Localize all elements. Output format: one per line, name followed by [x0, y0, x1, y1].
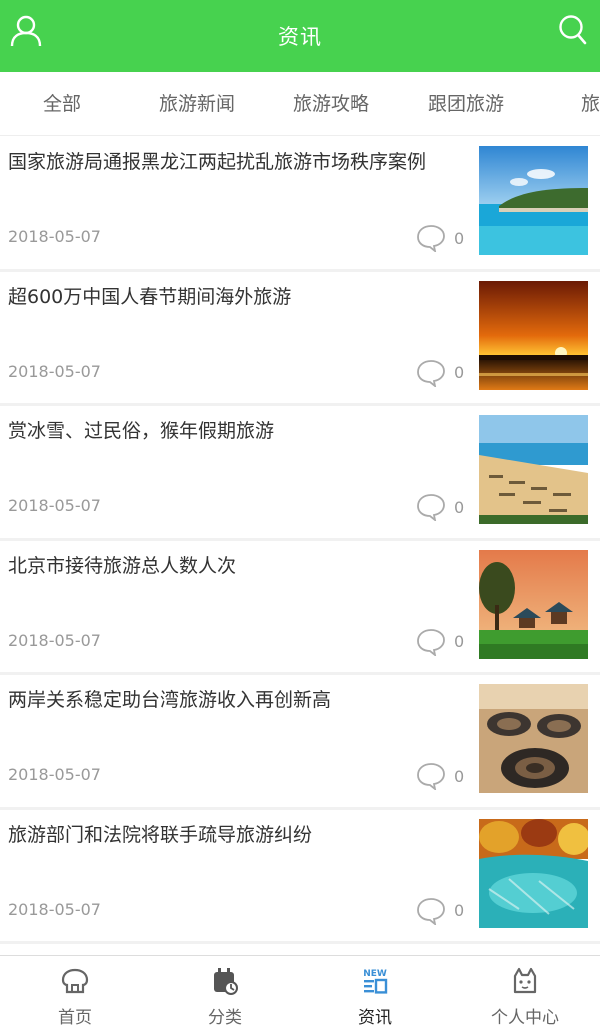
list-item[interactable]: 旅游部门和法院将联手疏导旅游纠纷 2018-05-07 0 [0, 809, 600, 944]
beach-umbrellas-photo[interactable] [479, 415, 588, 524]
news-date: 2018-05-07 [8, 227, 101, 246]
user-icon[interactable] [10, 14, 42, 48]
category-tabs: 全部 旅游新闻 旅游攻略 跟团旅游 旅游 [0, 72, 600, 136]
news-date: 2018-05-07 [8, 899, 101, 919]
tab-travel-news[interactable]: 旅游新闻 [135, 72, 259, 135]
coast-island-photo[interactable] [479, 146, 588, 255]
comment-icon [417, 359, 445, 387]
comment-icon [417, 494, 445, 521]
nav-profile[interactable]: 个人中心 [450, 956, 600, 1033]
tab-all[interactable]: 全部 [0, 72, 124, 135]
news-date: 2018-05-07 [8, 496, 101, 515]
nav-home[interactable]: 首页 [0, 956, 150, 1033]
comment-count: 0 [416, 762, 464, 790]
news-list: 国家旅游局通报黑龙江两起扰乱旅游市场秩序案例 2018-05-07 0 超600… [0, 137, 600, 944]
news-title[interactable]: 北京市接待旅游总人数人次 [8, 553, 468, 580]
list-item[interactable]: 两岸关系稳定助台湾旅游收入再创新高 2018-05-07 0 [0, 675, 600, 810]
tulou-aerial-photo[interactable] [479, 684, 588, 793]
news-title[interactable]: 国家旅游局通报黑龙江两起扰乱旅游市场秩序案例 [8, 149, 468, 176]
page-title: 资讯 [278, 25, 322, 49]
pavilion-garden-photo[interactable] [479, 549, 588, 659]
profile-icon [513, 967, 537, 994]
list-item[interactable]: 赏冰雪、过民俗，猴年假期旅游 2018-05-07 0 [0, 406, 600, 541]
category-icon [214, 968, 238, 995]
news-title[interactable]: 超600万中国人春节期间海外旅游 [8, 284, 468, 311]
news-date: 2018-05-07 [8, 630, 101, 650]
list-item[interactable]: 国家旅游局通报黑龙江两起扰乱旅游市场秩序案例 2018-05-07 0 [0, 137, 600, 272]
news-date: 2018-05-07 [8, 765, 101, 784]
autumn-lake-photo[interactable] [479, 818, 588, 928]
news-date: 2018-05-07 [8, 361, 101, 381]
tab-travel-guides[interactable]: 旅游攻略 [269, 72, 393, 135]
comment-count: 0 [416, 224, 464, 252]
list-item[interactable]: 超600万中国人春节期间海外旅游 2018-05-07 0 [0, 271, 600, 406]
nav-category[interactable]: 分类 [150, 956, 300, 1033]
comment-icon [417, 628, 445, 656]
list-item[interactable]: 北京市接待旅游总人数人次 2018-05-07 0 [0, 540, 600, 675]
comment-icon [417, 897, 445, 925]
comment-count: 0 [416, 628, 464, 656]
home-icon [61, 968, 89, 994]
news-title[interactable]: 两岸关系稳定助台湾旅游收入再创新高 [8, 687, 468, 714]
sunset-photo[interactable] [479, 280, 588, 390]
news-title[interactable]: 赏冰雪、过民俗，猴年假期旅游 [8, 418, 468, 445]
comment-count: 0 [416, 359, 464, 387]
comment-count: 0 [416, 897, 464, 925]
search-icon[interactable] [558, 14, 588, 46]
tab-group-tours[interactable]: 跟团旅游 [404, 72, 528, 135]
svg-text:NEW: NEW [363, 969, 387, 979]
top-bar: 资讯 [0, 0, 600, 72]
news-icon: NEW [363, 969, 388, 994]
tab-travel-more[interactable]: 旅游 [538, 72, 600, 135]
nav-news[interactable]: NEW 资讯 [300, 956, 450, 1033]
news-title[interactable]: 旅游部门和法院将联手疏导旅游纠纷 [8, 822, 468, 849]
comment-count: 0 [416, 493, 464, 521]
bottom-nav: 首页 分类 NEW 资讯 个人中心 [0, 955, 600, 1033]
comment-icon [417, 763, 445, 790]
comment-icon [417, 225, 445, 252]
